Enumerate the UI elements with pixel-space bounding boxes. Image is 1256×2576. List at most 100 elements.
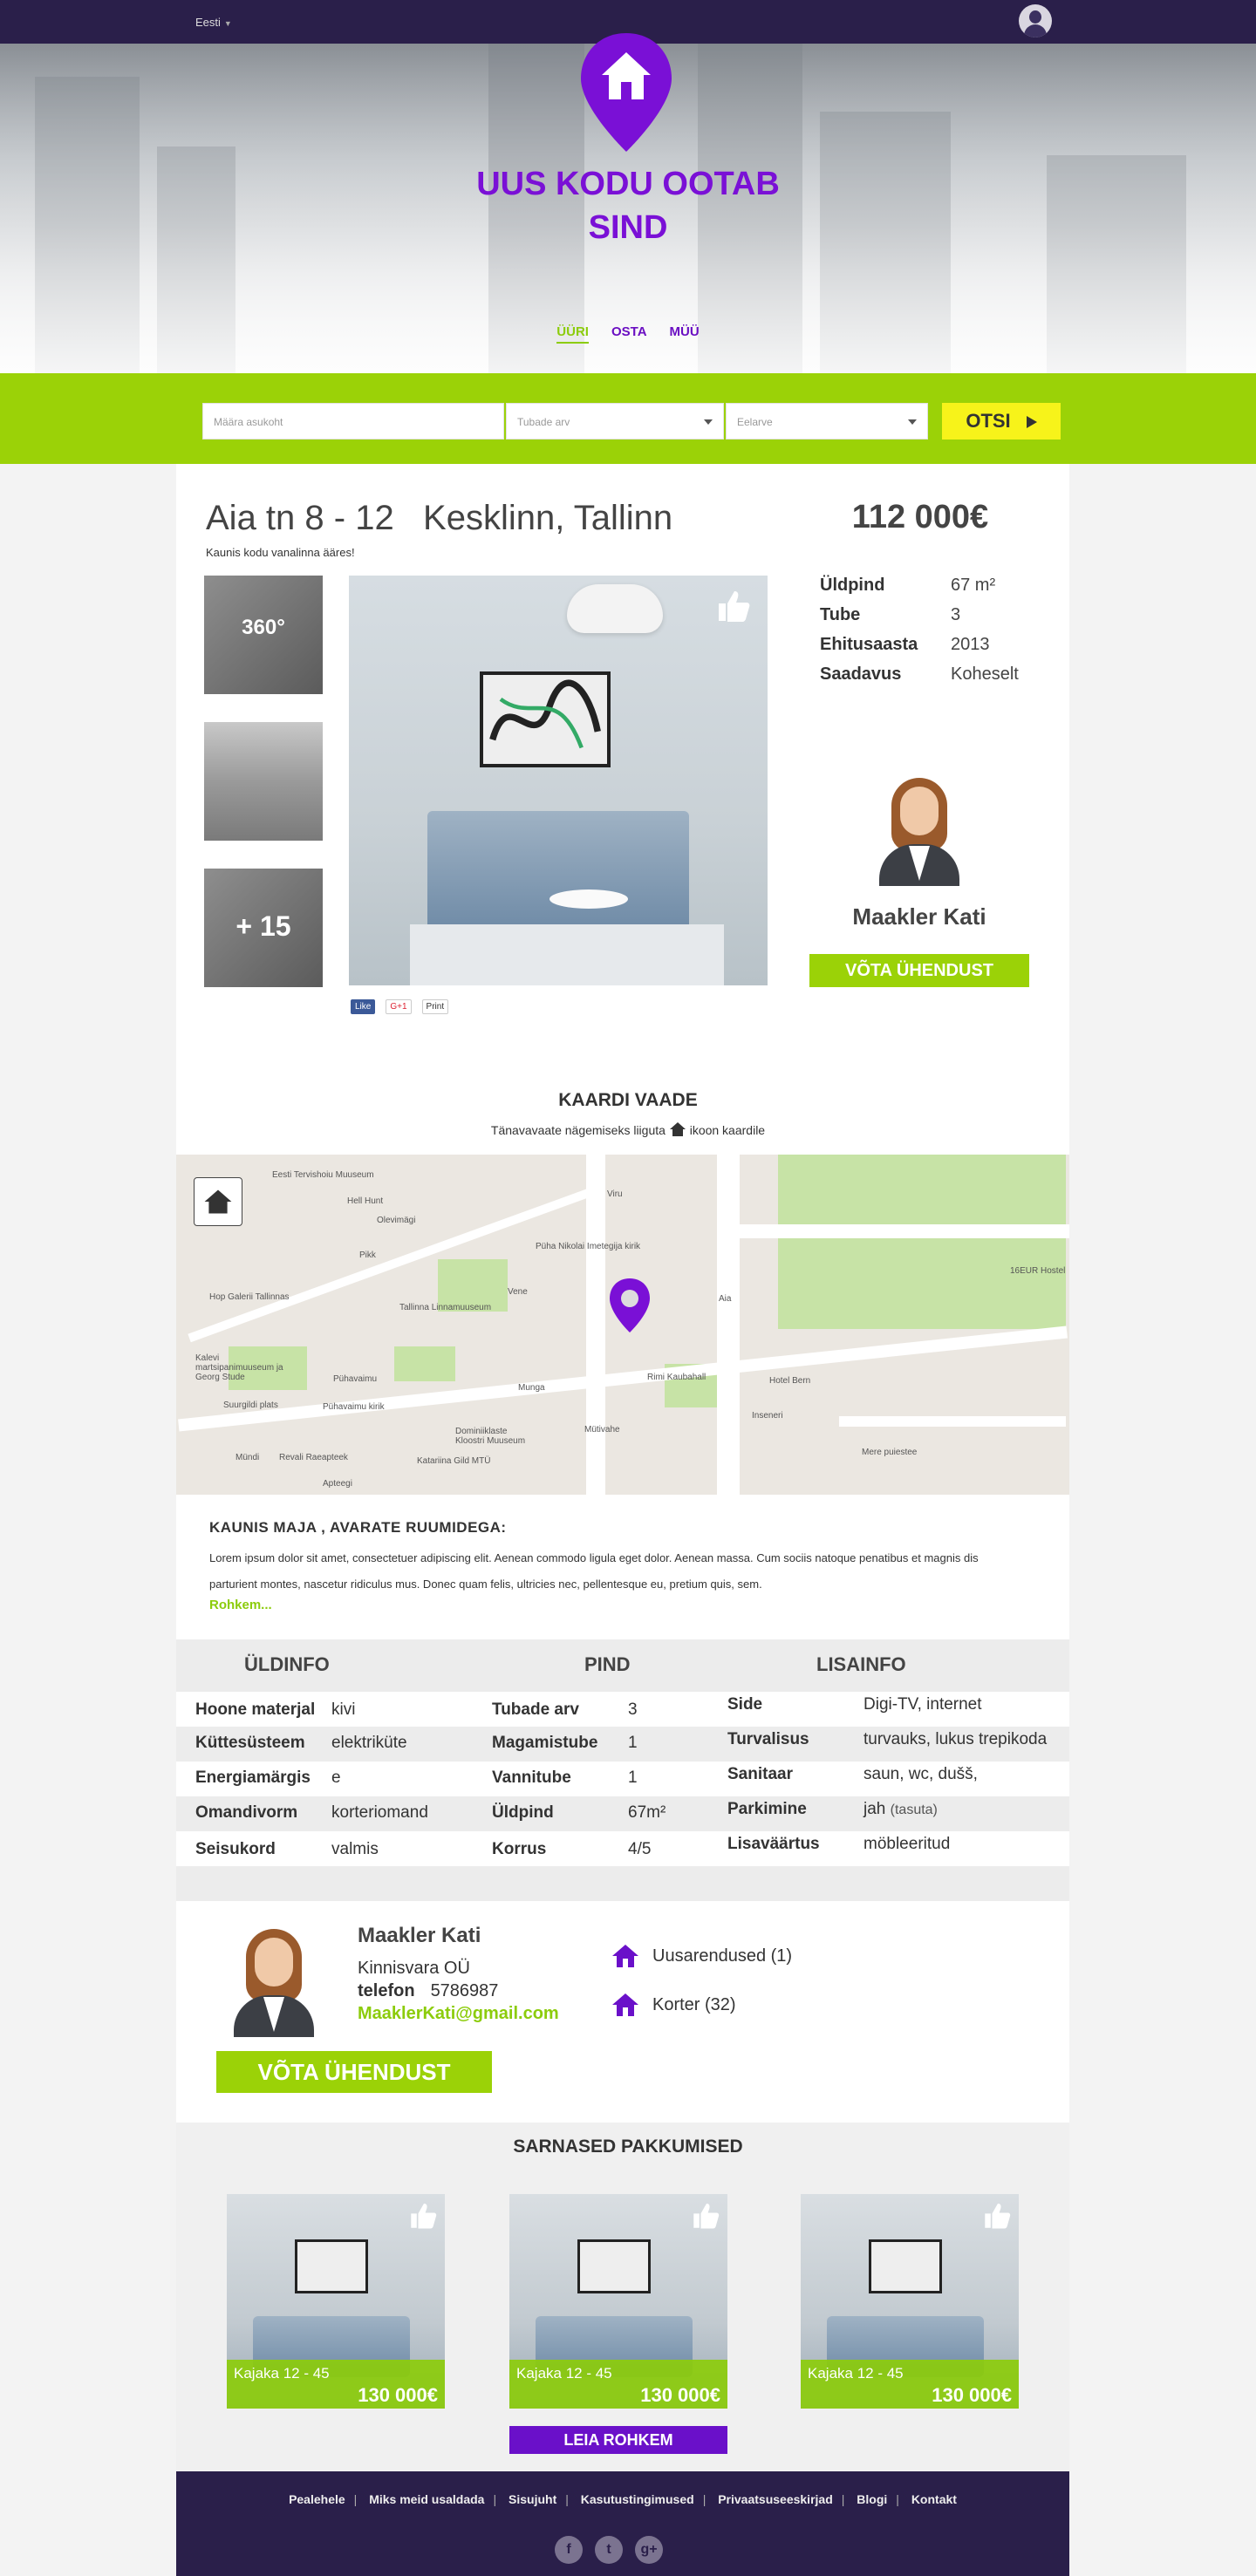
info-value: 1: [628, 1768, 638, 1787]
info-value: 4/5: [628, 1840, 652, 1858]
google-plus-icon[interactable]: g+: [635, 2536, 663, 2564]
listing-district: Kesklinn, Tallinn: [423, 499, 673, 537]
dropdown-arrow-icon: [908, 419, 917, 425]
language-selector[interactable]: Eesti ▼: [195, 16, 232, 29]
main-listing-photo[interactable]: [349, 576, 768, 985]
search-button-label: OTSI: [966, 410, 1011, 432]
map-label: Revali Raeapteek: [279, 1453, 348, 1462]
map-location-pin-icon[interactable]: [607, 1277, 652, 1334]
google-plus-button[interactable]: G+1: [386, 999, 412, 1014]
similar-listing-card[interactable]: Kajaka 12 - 45 130 000€: [227, 2194, 445, 2409]
language-label: Eesti: [195, 16, 221, 29]
info-label: Turvalisus: [727, 1730, 809, 1748]
find-more-button[interactable]: LEIA ROHKEM: [509, 2426, 727, 2454]
tab-buy[interactable]: OSTA: [611, 324, 647, 344]
hero-tabs: ÜÜRI OSTA MÜÜ: [541, 324, 715, 344]
footer-link-sitemap[interactable]: Sisujuht: [509, 2492, 556, 2506]
agent-card-contact-button[interactable]: VÕTA ÜHENDUST: [216, 2051, 492, 2093]
info-label: Hoone materjal: [195, 1700, 316, 1719]
info-value: saun, wc, dušš,: [864, 1765, 978, 1783]
extra-info-header: LISAINFO: [816, 1653, 906, 1675]
print-button[interactable]: Print: [421, 999, 449, 1014]
info-label: Energiamärgis: [195, 1768, 311, 1787]
tab-rent[interactable]: ÜÜRI: [556, 324, 589, 344]
spec-label: Saadavus: [820, 664, 902, 684]
facebook-icon[interactable]: f: [555, 2536, 583, 2564]
street-view-home-button[interactable]: [194, 1177, 242, 1226]
similar-offers-title: SARNASED PAKKUMISED: [513, 2136, 743, 2157]
info-label: Küttesüsteem: [195, 1734, 305, 1752]
description-text: Lorem ipsum dolor sit amet, consectetuer…: [209, 1551, 979, 1591]
info-label: Lisaväärtus: [727, 1835, 820, 1853]
map-label: Püha Nikolai Imetegija kirik: [536, 1242, 641, 1251]
budget-select[interactable]: Eelarve: [726, 403, 928, 440]
spec-value: 3: [951, 605, 961, 624]
read-more-link[interactable]: Rohkem...: [209, 1598, 272, 1612]
map-label: Hop Galerii Tallinnas: [209, 1292, 290, 1302]
info-label: Parkimine: [727, 1800, 807, 1818]
facebook-like-button[interactable]: Like: [351, 999, 376, 1014]
home-pin-logo-icon: [581, 33, 672, 152]
footer-link-home[interactable]: Pealehele: [289, 2492, 345, 2506]
home-icon: [612, 1945, 638, 1967]
spec-value: Koheselt: [951, 664, 1019, 684]
map-label: Dominiiklaste Kloostri Muuseum: [455, 1427, 526, 1446]
like-thumb-icon[interactable]: [408, 2199, 440, 2231]
phone-label: telefon: [358, 1981, 415, 2000]
map-label: Tallinna Linnamuuseum: [399, 1303, 492, 1312]
footer-social-icons: f t g+: [555, 2536, 663, 2564]
similar-price: 130 000€: [358, 2384, 438, 2406]
footer-link-privacy[interactable]: Privaatsuseeskirjad: [718, 2492, 833, 2506]
footer-link-why-trust[interactable]: Miks meid usaldada: [369, 2492, 484, 2506]
home-icon: [204, 1189, 232, 1214]
like-thumb-icon[interactable]: [715, 586, 754, 624]
listing-street: Aia tn 8 - 12: [206, 499, 394, 537]
hero-title: UUS KODU OOTAB SIND: [454, 162, 802, 249]
tab-sell[interactable]: MÜÜ: [670, 324, 700, 344]
similar-listing-card[interactable]: Kajaka 12 - 45 130 000€: [801, 2194, 1019, 2409]
like-thumb-icon[interactable]: [982, 2199, 1014, 2231]
agent-email-link[interactable]: MaaklerKati@gmail.com: [358, 2004, 559, 2024]
location-input[interactable]: Määra asukoht: [202, 403, 504, 440]
map-label: Hotel Bern: [769, 1376, 811, 1386]
thumb-more-photos[interactable]: + 15: [204, 869, 323, 987]
footer-link-contact[interactable]: Kontakt: [911, 2492, 957, 2506]
info-label: Üldpind: [492, 1803, 554, 1822]
map-label: Aia: [719, 1294, 732, 1304]
contact-agent-button[interactable]: VÕTA ÜHENDUST: [809, 954, 1029, 987]
agent-phone: telefon 5786987: [358, 1981, 498, 2001]
map-label: Katariina Gild MTÜ: [417, 1456, 491, 1466]
info-value: e: [331, 1768, 341, 1787]
spec-row: Üldpind 67 m²: [820, 576, 1029, 605]
similar-listing-card[interactable]: Kajaka 12 - 45 130 000€: [509, 2194, 727, 2409]
rooms-select[interactable]: Tubade arv: [506, 403, 724, 440]
like-thumb-icon[interactable]: [691, 2199, 722, 2231]
home-icon: [612, 1993, 638, 2016]
map-label: Pikk: [359, 1251, 376, 1260]
similar-price: 130 000€: [640, 2384, 720, 2406]
thumb-360-view[interactable]: 360°: [204, 576, 323, 694]
chevron-down-icon: ▼: [223, 19, 232, 28]
map-title: KAARDI VAADE: [558, 1090, 698, 1110]
info-label: Korrus: [492, 1840, 547, 1858]
general-info-header: ÜLDINFO: [244, 1653, 330, 1675]
info-label: Omandivorm: [195, 1803, 298, 1822]
listing-specs: Üldpind 67 m² Tube 3 Ehitusaasta 2013 Saada…: [820, 576, 1029, 694]
category-label: Korter (32): [652, 1994, 736, 2014]
category-apartments[interactable]: Korter (32): [611, 1992, 736, 2018]
info-value: 3: [628, 1700, 638, 1719]
footer-link-terms[interactable]: Kasutustingimused: [581, 2492, 694, 2506]
spec-row: Tube 3: [820, 605, 1029, 635]
user-avatar-icon[interactable]: [1019, 4, 1052, 37]
twitter-icon[interactable]: t: [595, 2536, 623, 2564]
map-label: Vene: [508, 1287, 528, 1297]
search-button[interactable]: OTSI: [942, 403, 1061, 440]
info-value: möbleeritud: [864, 1835, 951, 1853]
listing-price: 112 000€: [851, 499, 989, 535]
info-value: jah (tasuta): [864, 1800, 938, 1819]
category-new-developments[interactable]: Uusarendused (1): [611, 1943, 792, 1969]
footer-link-blog[interactable]: Blogi: [857, 2492, 887, 2506]
budget-placeholder: Eelarve: [737, 416, 773, 428]
thumb-room-photo[interactable]: [204, 722, 323, 841]
map-subtitle-before: Tänavavaate nägemiseks liiguta: [490, 1123, 666, 1137]
